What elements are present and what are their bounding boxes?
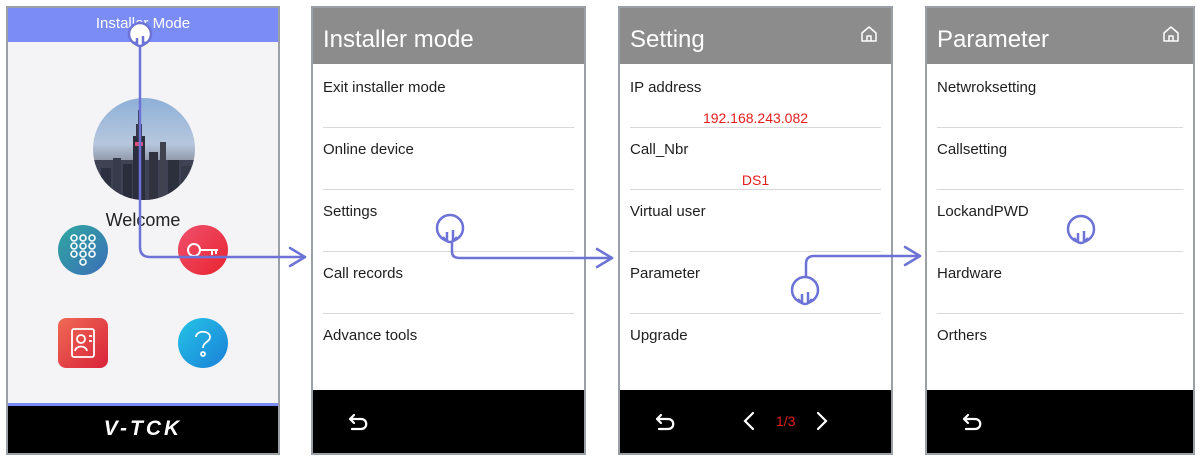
parameter-screen: Parameter Netwroksetting Callsetting Loc… xyxy=(925,6,1195,455)
contacts-icon[interactable] xyxy=(58,318,108,368)
home-screen: Installer Mode Welcome V-TCK xyxy=(6,6,280,455)
menu-item-label: Call_Nbr xyxy=(630,141,689,158)
home-icon[interactable] xyxy=(859,24,879,44)
menu-item-lock-and-pwd[interactable]: LockandPWD xyxy=(937,190,1183,252)
menu-item-label: LockandPWD xyxy=(937,203,1029,220)
screen-title: Setting xyxy=(630,26,705,53)
menu-item-online-device[interactable]: Online device xyxy=(323,128,574,190)
menu-item-label: Orthers xyxy=(937,327,988,344)
flow-arrowhead-1 xyxy=(288,246,307,268)
home-body: Welcome xyxy=(8,42,278,408)
flow-arrowhead-2 xyxy=(595,247,614,269)
menu-item-label: Parameter xyxy=(630,265,701,282)
menu-item-label: Upgrade xyxy=(630,327,688,344)
welcome-text: Welcome xyxy=(105,210,181,230)
header: Setting xyxy=(620,8,891,64)
menu-item-others[interactable]: Orthers xyxy=(937,314,1183,376)
menu-item-advance-tools[interactable]: Advance tools xyxy=(323,314,574,376)
menu-list: Netwroksetting Callsetting LockandPWD Ha… xyxy=(927,66,1193,376)
menu-item-label: Virtual user xyxy=(630,203,706,220)
menu-item-call-setting[interactable]: Callsetting xyxy=(937,128,1183,190)
help-icon[interactable] xyxy=(178,318,228,368)
footer-bar xyxy=(927,390,1193,453)
menu-item-upgrade[interactable]: Upgrade xyxy=(630,314,881,376)
installer-mode-header[interactable]: Installer Mode xyxy=(8,8,278,42)
back-icon[interactable] xyxy=(653,412,677,432)
pager: 1/3 xyxy=(742,408,829,434)
brand-logo: V-TCK xyxy=(8,403,278,453)
flow-arrowhead-3 xyxy=(903,245,922,267)
screen-title: Installer mode xyxy=(323,26,474,53)
menu-item-label: Exit installer mode xyxy=(323,79,446,96)
menu-item-label: Online device xyxy=(323,141,414,158)
page-indicator: 1/3 xyxy=(776,413,796,429)
menu-item-label: Advance tools xyxy=(323,327,418,344)
menu-item-parameter[interactable]: Parameter xyxy=(630,252,881,314)
menu-item-label: IP address xyxy=(630,79,702,96)
menu-item-settings[interactable]: Settings xyxy=(323,190,574,252)
home-icon[interactable] xyxy=(1161,24,1181,44)
keypad-icon[interactable] xyxy=(58,225,108,275)
menu-item-call-nbr[interactable]: Call_Nbr DS1 xyxy=(630,128,881,190)
menu-item-label: Call records xyxy=(323,265,404,282)
footer-bar: 1/3 xyxy=(620,390,891,453)
menu-item-virtual-user[interactable]: Virtual user xyxy=(630,190,881,252)
menu-list: IP address 192.168.243.082 Call_Nbr DS1 … xyxy=(620,66,891,376)
key-icon[interactable] xyxy=(178,225,228,275)
menu-item-label: Hardware xyxy=(937,265,1003,282)
back-icon[interactable] xyxy=(346,412,370,432)
menu-list: Exit installer mode Online device Settin… xyxy=(313,66,584,376)
menu-item-call-records[interactable]: Call records xyxy=(323,252,574,314)
header: Installer mode xyxy=(313,8,584,64)
call-nbr-value: DS1 xyxy=(741,172,770,188)
menu-item-ip-address[interactable]: IP address 192.168.243.082 xyxy=(630,66,881,128)
setting-screen: Setting IP address 192.168.243.082 Call_… xyxy=(618,6,893,455)
menu-item-hardware[interactable]: Hardware xyxy=(937,252,1183,314)
menu-item-network-setting[interactable]: Netwroksetting xyxy=(937,66,1183,128)
menu-item-label: Settings xyxy=(323,203,378,220)
ip-address-value: 192.168.243.082 xyxy=(702,110,809,126)
screen-title: Parameter xyxy=(937,26,1050,53)
chevron-left-icon[interactable] xyxy=(742,410,756,432)
menu-item-label: Callsetting xyxy=(937,141,1008,158)
menu-item-exit-installer-mode[interactable]: Exit installer mode xyxy=(323,66,574,128)
menu-item-label: Netwroksetting xyxy=(937,79,1037,96)
footer-bar xyxy=(313,390,584,453)
installer-mode-screen: Installer mode Exit installer mode Onlin… xyxy=(311,6,586,455)
city-avatar xyxy=(93,98,195,200)
header: Parameter xyxy=(927,8,1193,64)
back-icon[interactable] xyxy=(960,412,984,432)
chevron-right-icon[interactable] xyxy=(815,410,829,432)
header-title: Installer Mode xyxy=(95,15,191,32)
